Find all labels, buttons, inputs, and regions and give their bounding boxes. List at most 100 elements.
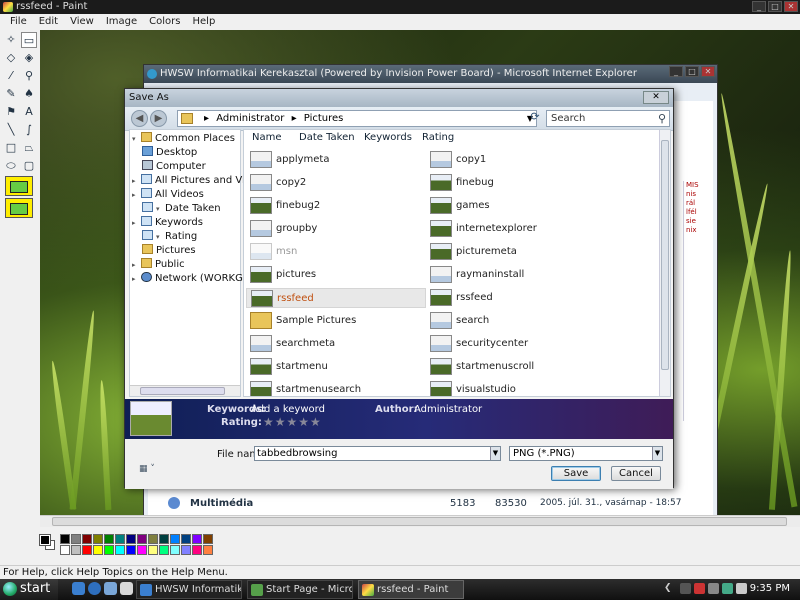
menu-file[interactable]: File — [4, 14, 33, 30]
brush-icon[interactable]: ♠ — [21, 86, 37, 102]
menu-view[interactable]: View — [64, 14, 100, 30]
volume-tray-icon[interactable] — [708, 583, 719, 594]
clock[interactable]: 9:35 PM — [750, 583, 790, 594]
free-select-icon[interactable]: ✧ — [3, 32, 19, 48]
dialog-close-button[interactable]: ✕ — [643, 91, 669, 104]
ie-minimize-button[interactable]: _ — [669, 66, 683, 77]
polygon-icon[interactable]: ⏢ — [21, 140, 37, 156]
color-swatch[interactable] — [60, 534, 70, 544]
color-swatch[interactable] — [71, 545, 81, 555]
color-swatch[interactable] — [137, 534, 147, 544]
tree-item-desktop[interactable]: Desktop — [142, 146, 197, 158]
minimize-button[interactable]: _ — [752, 1, 766, 12]
airbrush-icon[interactable]: ⚑ — [3, 104, 19, 120]
color-swatch[interactable] — [181, 545, 191, 555]
search-icon[interactable]: ⚲ — [658, 111, 666, 126]
column-name[interactable]: Name — [252, 132, 282, 143]
file-item-selected[interactable]: rssfeed — [246, 288, 426, 308]
refresh-icon[interactable]: ⟳ — [527, 110, 543, 127]
curve-icon[interactable]: ∫ — [21, 122, 37, 138]
color-swatch[interactable] — [82, 534, 92, 544]
file-item[interactable]: internetexplorer — [426, 219, 596, 239]
fill-icon[interactable]: ◈ — [21, 50, 37, 66]
tree-item-keywords[interactable]: ▸ Keywords — [132, 216, 203, 228]
file-item[interactable]: copy1 — [426, 150, 596, 170]
close-button[interactable]: ✕ — [784, 1, 798, 12]
task-start-page[interactable]: Start Page - Microso... — [247, 580, 353, 599]
task-ie-hwsw[interactable]: HWSW Informatikai ... — [136, 580, 242, 599]
search-input[interactable]: Search ⚲ — [546, 110, 670, 127]
magnifier-icon[interactable]: ⚲ — [21, 68, 37, 84]
forward-button[interactable]: ▶ — [150, 110, 167, 127]
file-item[interactable]: finebug — [426, 173, 596, 193]
color-swatch[interactable] — [192, 534, 202, 544]
current-colors[interactable] — [38, 533, 58, 553]
color-swatch[interactable] — [126, 534, 136, 544]
ie-quicklaunch-icon[interactable] — [72, 582, 85, 595]
rect-select-icon[interactable]: ▭ — [21, 32, 37, 48]
options-icon[interactable]: ▦ ˅ — [139, 464, 155, 474]
color-swatch[interactable] — [104, 545, 114, 555]
tree-item-date-taken[interactable]: ▾ Date Taken — [142, 202, 221, 214]
tray-app-icon[interactable] — [736, 583, 747, 594]
task-paint[interactable]: rssfeed - Paint — [358, 580, 464, 599]
media-quicklaunch-icon[interactable] — [88, 582, 101, 595]
text-icon[interactable]: A — [21, 104, 37, 120]
file-item[interactable]: groupby — [246, 219, 416, 239]
file-item[interactable]: search — [426, 311, 596, 331]
file-item[interactable]: searchmeta — [246, 334, 416, 354]
eraser-icon[interactable]: ◇ — [3, 50, 19, 66]
color-swatch[interactable] — [192, 545, 202, 555]
tree-item-rating[interactable]: ▾ Rating — [142, 230, 197, 242]
rating-stars-icon[interactable]: ★★★★★ — [263, 415, 322, 429]
color-swatch[interactable] — [170, 534, 180, 544]
column-rating[interactable]: Rating — [422, 132, 454, 143]
author-value[interactable]: Administrator — [414, 404, 482, 415]
color-swatch[interactable] — [115, 534, 125, 544]
color-swatch[interactable] — [203, 545, 213, 555]
file-item[interactable]: games — [426, 196, 596, 216]
color-swatch[interactable] — [159, 534, 169, 544]
color-swatch[interactable] — [104, 534, 114, 544]
sync-tray-icon[interactable] — [722, 583, 733, 594]
ie-maximize-button[interactable]: □ — [685, 66, 699, 77]
file-list-scrollbar[interactable] — [659, 130, 670, 396]
file-item[interactable]: Sample Pictures — [246, 311, 416, 331]
tray-expand-icon[interactable]: ❮ — [664, 583, 675, 594]
ie-close-button[interactable]: ✕ — [701, 66, 715, 77]
tree-item-public[interactable]: ▸ Public — [132, 258, 185, 270]
file-item[interactable]: copy2 — [246, 173, 416, 193]
color-swatch[interactable] — [137, 545, 147, 555]
ie-forum-row[interactable]: Multimédia 5183 83530 2005. júl. 31., va… — [148, 493, 713, 513]
tree-horizontal-scrollbar[interactable] — [130, 385, 240, 396]
menu-edit[interactable]: Edit — [33, 14, 64, 30]
filetype-dropdown-icon[interactable]: ▼ — [652, 447, 662, 460]
selection-opaque-option-icon[interactable] — [5, 176, 33, 196]
column-keywords[interactable]: Keywords — [364, 132, 412, 143]
color-swatch[interactable] — [181, 534, 191, 544]
file-item[interactable]: startmenusearch — [246, 380, 416, 396]
color-swatch[interactable] — [93, 534, 103, 544]
pencil-icon[interactable]: ✎ — [3, 86, 19, 102]
line-icon[interactable]: ╲ — [3, 122, 19, 138]
color-swatch[interactable] — [126, 545, 136, 555]
selection-transparent-option-icon[interactable] — [5, 198, 33, 218]
color-swatch[interactable] — [93, 545, 103, 555]
color-swatch[interactable] — [159, 545, 169, 555]
filetype-select[interactable]: PNG (*.PNG) ▼ — [509, 446, 663, 461]
file-item[interactable]: picturemeta — [426, 242, 596, 262]
color-swatch[interactable] — [148, 534, 158, 544]
keywords-value[interactable]: Add a keyword — [251, 404, 325, 415]
column-date-taken[interactable]: Date Taken — [299, 132, 355, 143]
tree-item-all-videos[interactable]: ▸ All Videos — [132, 188, 204, 200]
switch-windows-icon[interactable] — [120, 582, 133, 595]
file-item[interactable]: applymeta — [246, 150, 416, 170]
save-button[interactable]: Save — [551, 466, 601, 481]
filename-input[interactable] — [254, 446, 501, 461]
tree-item-pictures[interactable]: Pictures — [142, 244, 196, 256]
maximize-button[interactable]: □ — [768, 1, 782, 12]
file-item[interactable]: raymaninstall — [426, 265, 596, 285]
color-picker-icon[interactable]: ⁄ — [3, 68, 19, 84]
menu-image[interactable]: Image — [100, 14, 143, 30]
show-desktop-icon[interactable] — [104, 582, 117, 595]
